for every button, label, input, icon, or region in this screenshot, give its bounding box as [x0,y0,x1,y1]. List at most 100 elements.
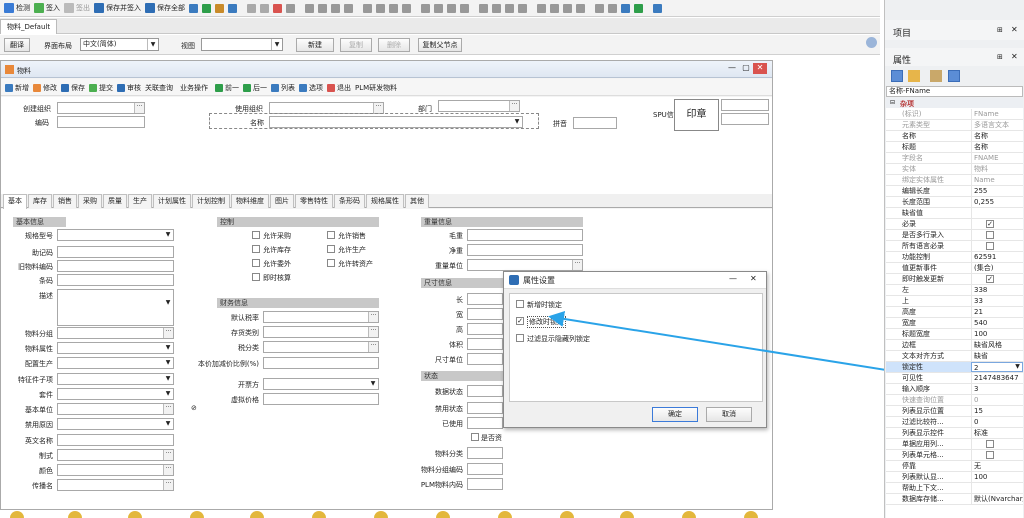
properties-title: 属性 [893,56,912,66]
database-icon [744,511,758,518]
property-row[interactable]: 单据应用列... [886,439,1023,450]
pin-icon[interactable]: ⊞ [997,53,1003,61]
project-title: 项目 [893,29,912,39]
property-row[interactable]: 缺省值 [886,208,1023,219]
property-checkbox[interactable] [986,440,994,448]
collapse-icon: ⊟ [890,99,896,106]
property-row[interactable]: 文本对齐方式 缺省 [886,351,1023,362]
property-row[interactable]: 字段名 FNAME [886,153,1023,164]
property-row[interactable]: 上 33 [886,296,1023,307]
property-row[interactable]: 是否多行录入 [886,230,1023,241]
property-row[interactable]: 宽度 540 [886,318,1023,329]
chevron-down-icon[interactable]: ▼ [1013,363,1022,371]
property-row[interactable]: 边框 缺省风格 [886,340,1023,351]
property-value: 21 [971,307,1023,317]
events-icon[interactable] [948,70,960,82]
property-row[interactable]: 过滤比较符... 0 [886,417,1023,428]
property-row[interactable]: 帮助上下文... [886,483,1023,494]
annotation-arrow [548,310,906,374]
database-icon [436,511,450,518]
alphabetical-icon[interactable] [908,70,920,82]
property-checkbox[interactable]: ✓ [986,275,994,283]
property-value: FName [971,109,1023,119]
property-row[interactable]: 锁定性 2 ▼ [886,362,1023,373]
right-panel: 项目 ⊞ ✕ 属性 ⊞ ✕ 名称-FName ⊟ 杂项 (标识) FName 元素类… [884,0,1024,518]
selected-field-name[interactable]: 名称-FName [886,86,1023,97]
property-name: 边框 [902,341,916,349]
property-row[interactable]: (标识) FName [886,109,1023,120]
property-name: 字段名 [902,154,923,162]
property-row[interactable]: 功能控制 62591 [886,252,1023,263]
property-value: FNAME [971,153,1023,163]
pin-icon[interactable]: ⊞ [997,26,1003,34]
property-row[interactable]: 即时触发更新 ✓ [886,274,1023,285]
property-row[interactable]: 值更新事件 (集合) [886,263,1023,274]
property-value: 无 [971,461,1023,471]
property-name: 快速查询位置 [902,396,944,404]
category-row[interactable]: ⊟ 杂项 [886,98,1023,108]
property-value: 名称 [971,142,1023,152]
property-row[interactable]: 左 338 [886,285,1023,296]
property-name: 是否多行录入 [902,231,944,239]
property-checkbox[interactable]: ✓ [986,220,994,228]
property-row[interactable]: 实体 物料 [886,164,1023,175]
database-icon [190,511,204,518]
close-icon[interactable]: ✕ [1011,52,1018,61]
property-name: 元素类型 [902,121,930,129]
property-name: 名称 [902,132,916,140]
property-value: 100 [971,329,1023,339]
property-value: 缺省风格 [971,340,1023,350]
property-row[interactable]: 元素类型 多语言文本 [886,120,1023,131]
property-value [971,219,1023,229]
property-value: 255 [971,186,1023,196]
property-name: 即时触发更新 [902,275,944,283]
property-value [971,483,1023,493]
property-value: 33 [971,296,1023,306]
project-header: 项目 ⊞ ✕ [885,20,1024,40]
property-row[interactable]: 绑定实体属性 Name [886,175,1023,186]
property-row[interactable]: 快速查询位置 0 [886,395,1023,406]
property-value [971,241,1023,251]
property-row[interactable]: 必录 ✓ [886,219,1023,230]
database-icon [560,511,574,518]
property-value [971,450,1023,460]
property-value: 2147483647 [971,373,1023,383]
property-row[interactable]: 所有语言必录 [886,241,1023,252]
database-icon [128,511,142,518]
property-name: 高度 [902,308,916,316]
property-row[interactable]: 可见性 2147483647 [886,373,1023,384]
property-name: 功能控制 [902,253,930,261]
property-name: 列表默认显... [902,473,944,481]
property-value: (集合) [971,263,1023,273]
property-row[interactable]: 标题 名称 [886,142,1023,153]
property-row[interactable]: 列表显示位置 15 [886,406,1023,417]
property-name: 编辑长度 [902,187,930,195]
property-name: 单据应用列... [902,440,944,448]
property-name: 列表显示控件 [902,429,944,437]
property-row[interactable]: 高度 21 [886,307,1023,318]
properties-header: 属性 ⊞ ✕ [885,48,1024,66]
property-row[interactable]: 名称 名称 [886,131,1023,142]
property-name: 列表单元格... [902,451,944,459]
property-row[interactable]: 长度范围 0,255 [886,197,1023,208]
close-icon[interactable]: ✕ [1011,25,1018,34]
property-name: 列表显示位置 [902,407,944,415]
property-pages-icon[interactable] [930,70,942,82]
property-row[interactable]: 标题宽度 100 [886,329,1023,340]
property-value: 100 [971,472,1023,482]
property-row[interactable]: 编辑长度 255 [886,186,1023,197]
property-checkbox[interactable] [986,231,994,239]
categorized-icon[interactable] [891,70,903,82]
property-row[interactable]: 列表单元格... [886,450,1023,461]
property-row[interactable]: 输入顺序 3 [886,384,1023,395]
property-name: 标题宽度 [902,330,930,338]
property-row[interactable]: 列表默认显... 100 [886,472,1023,483]
property-checkbox[interactable] [986,242,994,250]
property-row[interactable]: 停靠 无 [886,461,1023,472]
database-icon [374,511,388,518]
property-value: 0 [971,417,1023,427]
property-checkbox[interactable] [986,451,994,459]
property-row[interactable]: 列表显示控件 标准 [886,428,1023,439]
database-icon [498,511,512,518]
property-row[interactable]: 数据库存储... 默认(Nvarchar/N... [886,494,1023,505]
